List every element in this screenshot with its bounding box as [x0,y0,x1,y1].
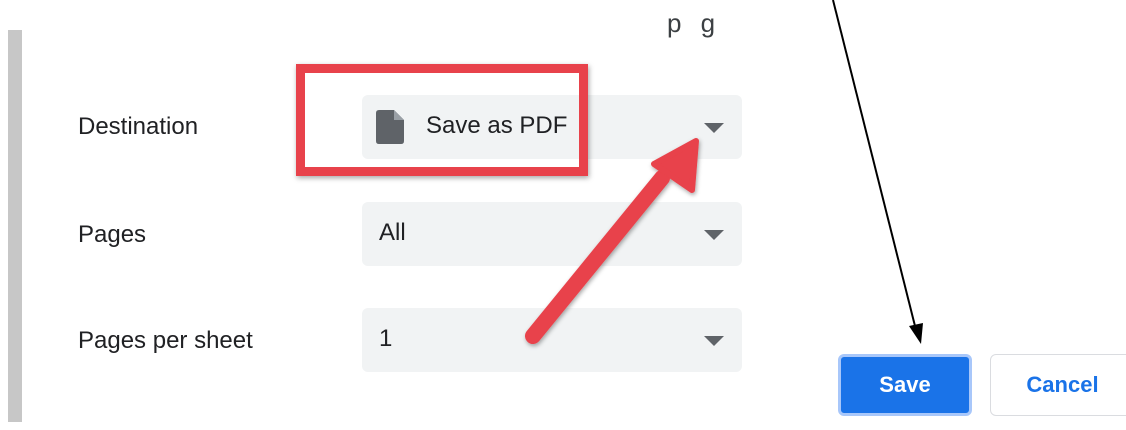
header-text-fragment: p g [667,8,722,38]
pages-per-sheet-value: 1 [379,325,393,352]
destination-select[interactable]: Save as PDF [362,95,742,159]
cancel-button[interactable]: Cancel [990,354,1126,416]
scrollbar-track[interactable] [8,30,22,422]
chevron-down-icon [704,230,724,240]
save-button[interactable]: Save [838,354,972,416]
pages-select[interactable]: All [362,202,742,266]
chevron-down-icon [704,336,724,346]
destination-value: Save as PDF [426,112,568,139]
print-dialog: p g Destination Save as PDF Pages All Pa… [0,0,1126,430]
document-icon [376,110,404,144]
pages-label: Pages [78,221,147,248]
pages-per-sheet-label: Pages per sheet [78,327,253,354]
chevron-down-icon [704,123,724,133]
pages-per-sheet-select[interactable]: 1 [362,308,742,372]
black-arrow-annotation [832,0,923,344]
pages-value: All [379,219,406,246]
destination-label: Destination [78,113,199,140]
